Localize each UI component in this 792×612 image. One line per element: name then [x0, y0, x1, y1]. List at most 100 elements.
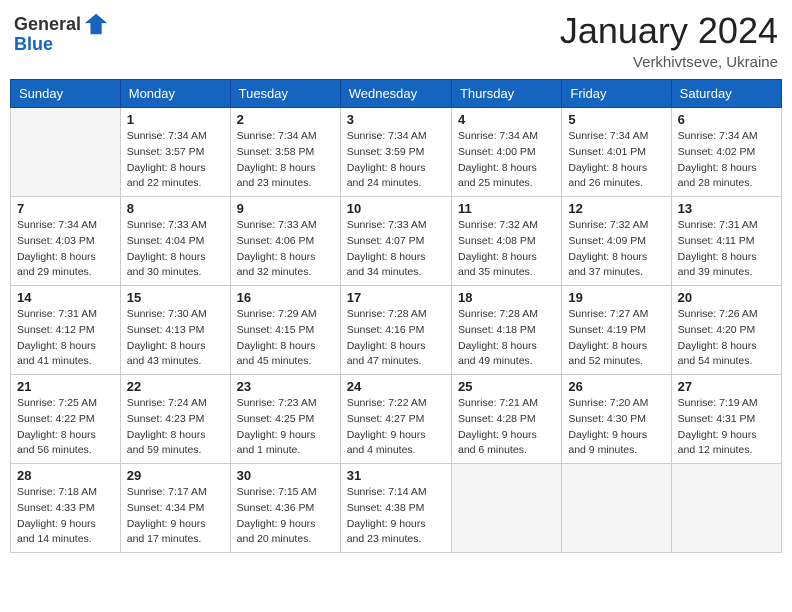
calendar-cell: 25Sunrise: 7:21 AMSunset: 4:28 PMDayligh… [451, 375, 561, 464]
day-number: 21 [17, 379, 114, 394]
calendar-cell: 4Sunrise: 7:34 AMSunset: 4:00 PMDaylight… [451, 108, 561, 197]
day-info: Sunrise: 7:30 AMSunset: 4:13 PMDaylight:… [127, 307, 224, 370]
day-info: Sunrise: 7:34 AMSunset: 3:57 PMDaylight:… [127, 129, 224, 192]
day-info: Sunrise: 7:26 AMSunset: 4:20 PMDaylight:… [678, 307, 775, 370]
week-row-1: 7Sunrise: 7:34 AMSunset: 4:03 PMDaylight… [11, 197, 782, 286]
day-number: 18 [458, 290, 555, 305]
week-row-4: 28 Sunrise: 7:18 AMSunset: 4:33 PMDayligh… [11, 464, 782, 553]
day-number: 12 [568, 201, 664, 216]
day-info: Sunrise: 7:20 AMSunset: 4:30 PMDaylight:… [568, 396, 664, 459]
calendar-cell [671, 464, 781, 553]
calendar-cell: 11Sunrise: 7:32 AMSunset: 4:08 PMDayligh… [451, 197, 561, 286]
day-number: 27 [678, 379, 775, 394]
day-number: 8 [127, 201, 224, 216]
calendar-cell: 18 Sunrise: 7:28 AMSunset: 4:18 PMDayligh… [451, 286, 561, 375]
day-info: Sunrise: 7:17 AMSunset: 4:34 PMDaylight:… [127, 485, 224, 548]
calendar-cell: 31 Sunrise: 7:14 AMSunset: 4:38 PMDayligh… [340, 464, 451, 553]
day-info: Sunrise: 7:28 AMSunset: 4:16 PMDaylight:… [347, 307, 445, 370]
day-number: 2 [237, 112, 334, 127]
day-number: 13 [678, 201, 775, 216]
calendar-cell: 12Sunrise: 7:32 AMSunset: 4:09 PMDayligh… [562, 197, 671, 286]
day-number: 23 [237, 379, 334, 394]
weekday-header-tuesday: Tuesday [230, 80, 340, 108]
calendar-cell: 3 Sunrise: 7:34 AMSunset: 3:59 PMDaylight… [340, 108, 451, 197]
calendar-cell: 23Sunrise: 7:23 AMSunset: 4:25 PMDayligh… [230, 375, 340, 464]
day-number: 7 [17, 201, 114, 216]
calendar-cell: 6Sunrise: 7:34 AMSunset: 4:02 PMDaylight… [671, 108, 781, 197]
weekday-header-sunday: Sunday [11, 80, 121, 108]
day-number: 28 [17, 468, 114, 483]
day-info: Sunrise: 7:33 AMSunset: 4:04 PMDaylight:… [127, 218, 224, 281]
day-info: Sunrise: 7:34 AMSunset: 3:59 PMDaylight:… [347, 129, 445, 192]
weekday-header-friday: Friday [562, 80, 671, 108]
day-info: Sunrise: 7:29 AMSunset: 4:15 PMDaylight:… [237, 307, 334, 370]
calendar-cell: 7Sunrise: 7:34 AMSunset: 4:03 PMDaylight… [11, 197, 121, 286]
day-number: 16 [237, 290, 334, 305]
weekday-header-row: SundayMondayTuesdayWednesdayThursdayFrid… [11, 80, 782, 108]
day-number: 20 [678, 290, 775, 305]
day-info: Sunrise: 7:28 AMSunset: 4:18 PMDaylight:… [458, 307, 555, 370]
calendar-table: SundayMondayTuesdayWednesdayThursdayFrid… [10, 79, 782, 553]
calendar-cell: 15 Sunrise: 7:30 AMSunset: 4:13 PMDayligh… [120, 286, 230, 375]
day-info: Sunrise: 7:33 AMSunset: 4:06 PMDaylight:… [237, 218, 334, 281]
title-area: January 2024 Verkhivtseve, Ukraine [560, 10, 778, 71]
day-info: Sunrise: 7:25 AMSunset: 4:22 PMDaylight:… [17, 396, 114, 459]
calendar-cell: 27Sunrise: 7:19 AMSunset: 4:31 PMDayligh… [671, 375, 781, 464]
day-number: 5 [568, 112, 664, 127]
month-title: January 2024 [560, 10, 778, 52]
day-number: 31 [347, 468, 445, 483]
week-row-3: 21 Sunrise: 7:25 AMSunset: 4:22 PMDayligh… [11, 375, 782, 464]
day-number: 3 [347, 112, 445, 127]
calendar-cell: 2 Sunrise: 7:34 AMSunset: 3:58 PMDaylight… [230, 108, 340, 197]
calendar-cell: 20 Sunrise: 7:26 AMSunset: 4:20 PMDayligh… [671, 286, 781, 375]
logo-blue: Blue [14, 34, 53, 55]
day-info: Sunrise: 7:18 AMSunset: 4:33 PMDaylight:… [17, 485, 114, 548]
calendar-cell: 29 Sunrise: 7:17 AMSunset: 4:34 PMDayligh… [120, 464, 230, 553]
page-header: General Blue January 2024 Verkhivtseve, … [10, 10, 782, 71]
day-info: Sunrise: 7:27 AMSunset: 4:19 PMDaylight:… [568, 307, 664, 370]
calendar-cell: 30 Sunrise: 7:15 AMSunset: 4:36 PMDayligh… [230, 464, 340, 553]
day-info: Sunrise: 7:22 AMSunset: 4:27 PMDaylight:… [347, 396, 445, 459]
calendar-cell: 13Sunrise: 7:31 AMSunset: 4:11 PMDayligh… [671, 197, 781, 286]
calendar-cell: 21 Sunrise: 7:25 AMSunset: 4:22 PMDayligh… [11, 375, 121, 464]
calendar-cell: 24 Sunrise: 7:22 AMSunset: 4:27 PMDayligh… [340, 375, 451, 464]
weekday-header-wednesday: Wednesday [340, 80, 451, 108]
day-info: Sunrise: 7:34 AMSunset: 3:58 PMDaylight:… [237, 129, 334, 192]
day-number: 26 [568, 379, 664, 394]
day-info: Sunrise: 7:15 AMSunset: 4:36 PMDaylight:… [237, 485, 334, 548]
weekday-header-thursday: Thursday [451, 80, 561, 108]
logo-icon [83, 10, 111, 38]
calendar-cell [562, 464, 671, 553]
week-row-0: 1 Sunrise: 7:34 AMSunset: 3:57 PMDaylight… [11, 108, 782, 197]
day-info: Sunrise: 7:21 AMSunset: 4:28 PMDaylight:… [458, 396, 555, 459]
logo-general: General [14, 14, 81, 35]
calendar-cell: 14Sunrise: 7:31 AMSunset: 4:12 PMDayligh… [11, 286, 121, 375]
weekday-header-monday: Monday [120, 80, 230, 108]
location-subtitle: Verkhivtseve, Ukraine [560, 54, 778, 71]
calendar-cell: 19Sunrise: 7:27 AMSunset: 4:19 PMDayligh… [562, 286, 671, 375]
day-number: 24 [347, 379, 445, 394]
calendar-cell: 22Sunrise: 7:24 AMSunset: 4:23 PMDayligh… [120, 375, 230, 464]
day-info: Sunrise: 7:14 AMSunset: 4:38 PMDaylight:… [347, 485, 445, 548]
week-row-2: 14Sunrise: 7:31 AMSunset: 4:12 PMDayligh… [11, 286, 782, 375]
calendar-cell: 9Sunrise: 7:33 AMSunset: 4:06 PMDaylight… [230, 197, 340, 286]
day-number: 15 [127, 290, 224, 305]
calendar-cell: 26 Sunrise: 7:20 AMSunset: 4:30 PMDayligh… [562, 375, 671, 464]
logo: General Blue [14, 10, 111, 55]
calendar-cell: 28 Sunrise: 7:18 AMSunset: 4:33 PMDayligh… [11, 464, 121, 553]
day-number: 4 [458, 112, 555, 127]
calendar-cell: 5 Sunrise: 7:34 AMSunset: 4:01 PMDaylight… [562, 108, 671, 197]
day-number: 10 [347, 201, 445, 216]
day-number: 30 [237, 468, 334, 483]
day-number: 6 [678, 112, 775, 127]
weekday-header-saturday: Saturday [671, 80, 781, 108]
day-number: 17 [347, 290, 445, 305]
calendar-cell: 16 Sunrise: 7:29 AMSunset: 4:15 PMDayligh… [230, 286, 340, 375]
day-number: 1 [127, 112, 224, 127]
day-info: Sunrise: 7:34 AMSunset: 4:01 PMDaylight:… [568, 129, 664, 192]
calendar-cell [11, 108, 121, 197]
day-info: Sunrise: 7:33 AMSunset: 4:07 PMDaylight:… [347, 218, 445, 281]
day-number: 29 [127, 468, 224, 483]
day-number: 11 [458, 201, 555, 216]
calendar-cell: 8 Sunrise: 7:33 AMSunset: 4:04 PMDaylight… [120, 197, 230, 286]
